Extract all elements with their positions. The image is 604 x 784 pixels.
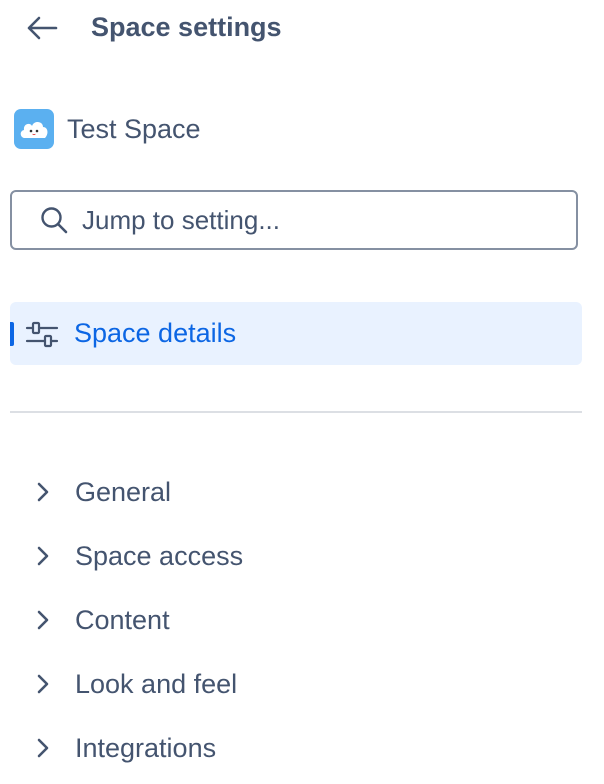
chevron-right-icon	[30, 479, 56, 505]
nav-group-content[interactable]: Content	[30, 600, 170, 640]
search-input[interactable]	[82, 204, 576, 236]
nav-group-label: Integrations	[75, 732, 217, 763]
space-avatar	[14, 109, 54, 149]
back-button[interactable]	[22, 10, 62, 46]
header: Space settings	[0, 0, 604, 58]
nav-item-space-details[interactable]: Space details	[10, 302, 582, 365]
cloud-avatar-icon	[20, 121, 48, 138]
sliders-icon	[24, 318, 60, 350]
chevron-right-icon	[30, 671, 56, 697]
space-name: Test Space	[67, 113, 201, 144]
search-icon	[38, 204, 70, 236]
nav-group-label: General	[75, 476, 172, 507]
search-box[interactable]	[10, 190, 578, 250]
divider	[10, 411, 582, 413]
nav-group-space-access[interactable]: Space access	[30, 536, 243, 576]
active-indicator	[10, 322, 14, 346]
page-title: Space settings	[91, 12, 282, 42]
nav-group-look-and-feel[interactable]: Look and feel	[30, 664, 237, 704]
nav-group-label: Look and feel	[75, 668, 238, 699]
chevron-right-icon	[30, 543, 56, 569]
arrow-left-icon	[27, 16, 58, 40]
nav-group-label: Content	[75, 604, 170, 635]
nav-group-general[interactable]: General	[30, 472, 171, 512]
chevron-right-icon	[30, 735, 56, 761]
nav-group-integrations[interactable]: Integrations	[30, 728, 216, 768]
space-header: Test Space	[14, 108, 201, 150]
nav-item-label: Space details	[74, 318, 237, 348]
chevron-right-icon	[30, 607, 56, 633]
nav-group-label: Space access	[75, 540, 244, 571]
